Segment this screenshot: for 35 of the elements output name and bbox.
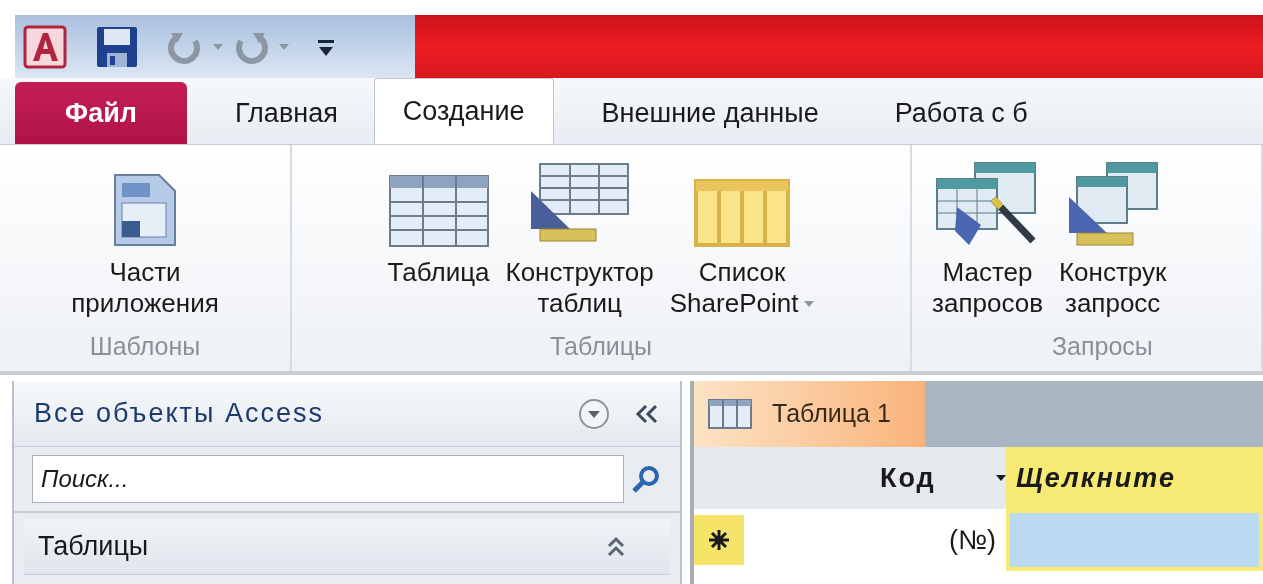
query-design-icon: [1066, 161, 1159, 247]
asterisk-icon: [707, 528, 731, 552]
table-icon: [388, 175, 489, 247]
collapse-pane-icon[interactable]: [634, 402, 660, 425]
save-icon[interactable]: [95, 24, 139, 69]
group-label: Шаблоны: [89, 330, 201, 362]
new-record-selector[interactable]: [694, 515, 744, 565]
ribbon-button[interactable]: Список SharePoint: [667, 159, 817, 319]
list-icon: [694, 179, 791, 247]
pane-title: Все объекты Access: [34, 397, 325, 431]
ribbon-button[interactable]: Части приложения: [69, 159, 221, 319]
table-cell-text: (№): [948, 524, 997, 557]
file-tab[interactable]: Файл: [15, 82, 187, 144]
document-icon: [113, 173, 177, 247]
ribbon-button[interactable]: Таблица: [385, 159, 492, 288]
document-tab[interactable]: Таблица 1: [694, 381, 925, 447]
ribbon-tab[interactable]: Главная: [207, 82, 366, 144]
ribbon-button[interactable]: Конструк запросс: [1056, 159, 1169, 319]
ribbon-tab[interactable]: Работа с б: [866, 82, 1056, 144]
ribbon-button[interactable]: Мастер запросов: [930, 159, 1045, 319]
ribbon-tab[interactable]: Создание: [373, 78, 554, 144]
search-icon[interactable]: [630, 463, 662, 495]
table-cell[interactable]: [1006, 509, 1263, 571]
group-label: Таблицы: [549, 330, 653, 362]
table-icon: [708, 399, 752, 429]
column-header[interactable]: Щелкните: [1006, 447, 1263, 509]
column-header[interactable]: Код: [744, 447, 1006, 509]
caret-icon[interactable]: [995, 475, 1006, 481]
search-field[interactable]: Поиск...: [32, 455, 624, 503]
ribbon-tab[interactable]: Внешние данные: [573, 82, 847, 144]
ribbon-button[interactable]: Конструктор таблиц: [503, 159, 656, 319]
group-label: Запросы: [1052, 330, 1153, 362]
app-logo-icon[interactable]: [23, 24, 67, 69]
group-header[interactable]: Таблицы: [24, 519, 670, 575]
dropdown-icon[interactable]: [578, 397, 610, 430]
